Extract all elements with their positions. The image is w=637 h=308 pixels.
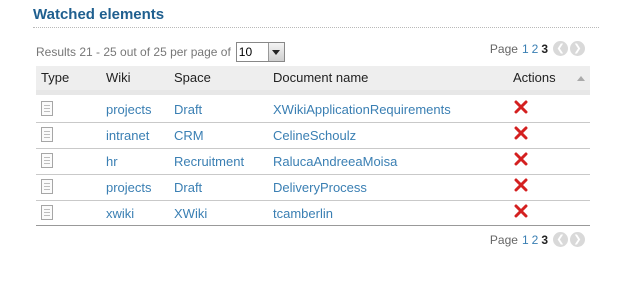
document-icon — [41, 179, 53, 194]
space-link[interactable]: Draft — [174, 102, 202, 117]
page-link-1[interactable]: 1 — [522, 233, 529, 247]
pagination-bottom: Page 1 2 3 ❮ ❯ — [490, 232, 585, 247]
title-divider — [33, 27, 599, 28]
document-link[interactable]: DeliveryProcess — [273, 180, 367, 195]
delete-icon[interactable] — [514, 100, 528, 114]
document-icon — [41, 153, 53, 168]
per-page-select[interactable]: 10 — [235, 42, 285, 62]
wiki-link[interactable]: hr — [106, 154, 118, 169]
document-link[interactable]: CelineSchoulz — [273, 128, 356, 143]
table-row: xwiki XWiki tcamberlin — [36, 201, 590, 226]
pagination-top: Page 1 2 3 ❮ ❯ — [490, 41, 585, 56]
sort-ascending-icon[interactable] — [577, 76, 585, 81]
wiki-link[interactable]: projects — [106, 180, 152, 195]
page-current-3: 3 — [541, 232, 548, 247]
wiki-link[interactable]: intranet — [106, 128, 149, 143]
page-label: Page — [489, 41, 518, 56]
column-header-type[interactable]: Type — [41, 70, 69, 85]
column-header-wiki[interactable]: Wiki — [106, 70, 131, 85]
per-page-value: 10 — [238, 45, 253, 59]
document-icon — [41, 205, 53, 220]
document-link[interactable]: tcamberlin — [273, 206, 333, 221]
filter-row — [36, 90, 590, 95]
page-link-2[interactable]: 2 — [532, 233, 539, 247]
delete-icon[interactable] — [514, 204, 528, 218]
delete-icon[interactable] — [514, 126, 528, 140]
column-header-document[interactable]: Document name — [273, 70, 368, 85]
wiki-link[interactable]: xwiki — [106, 206, 134, 221]
results-summary: Results 21 - 25 out of 25 per page of 10 — [36, 42, 285, 62]
document-icon — [41, 101, 53, 116]
document-link[interactable]: XWikiApplicationRequirements — [273, 102, 451, 117]
space-link[interactable]: XWiki — [174, 206, 207, 221]
space-link[interactable]: Recruitment — [174, 154, 244, 169]
previous-page-icon[interactable]: ❮ — [553, 232, 568, 247]
table-bottom-border — [36, 225, 590, 226]
next-page-icon[interactable]: ❯ — [570, 41, 585, 56]
delete-icon[interactable] — [514, 178, 528, 192]
table-header: Type Wiki Space Document name Actions — [36, 66, 590, 90]
page-label: Page — [489, 232, 518, 247]
results-text: Results 21 - 25 out of 25 per page of — [36, 45, 231, 59]
space-link[interactable]: Draft — [174, 180, 202, 195]
table-row: projects Draft DeliveryProcess — [36, 175, 590, 201]
previous-page-icon[interactable]: ❮ — [553, 41, 568, 56]
wiki-link[interactable]: projects — [106, 102, 152, 117]
page-link-2[interactable]: 2 — [532, 42, 539, 56]
table-row: hr Recruitment RalucaAndreeaMoisa — [36, 149, 590, 175]
page-link-1[interactable]: 1 — [522, 42, 529, 56]
document-icon — [41, 127, 53, 142]
page-current-3: 3 — [541, 41, 548, 56]
table-row: intranet CRM CelineSchoulz — [36, 123, 590, 149]
table-row: projects Draft XWikiApplicationRequireme… — [36, 97, 590, 123]
chevron-down-icon[interactable] — [267, 43, 284, 61]
column-header-actions[interactable]: Actions — [513, 70, 556, 85]
page-title: Watched elements — [33, 6, 165, 23]
delete-icon[interactable] — [514, 152, 528, 166]
space-link[interactable]: CRM — [174, 128, 204, 143]
column-header-space[interactable]: Space — [174, 70, 211, 85]
next-page-icon[interactable]: ❯ — [570, 232, 585, 247]
document-link[interactable]: RalucaAndreeaMoisa — [273, 154, 397, 169]
